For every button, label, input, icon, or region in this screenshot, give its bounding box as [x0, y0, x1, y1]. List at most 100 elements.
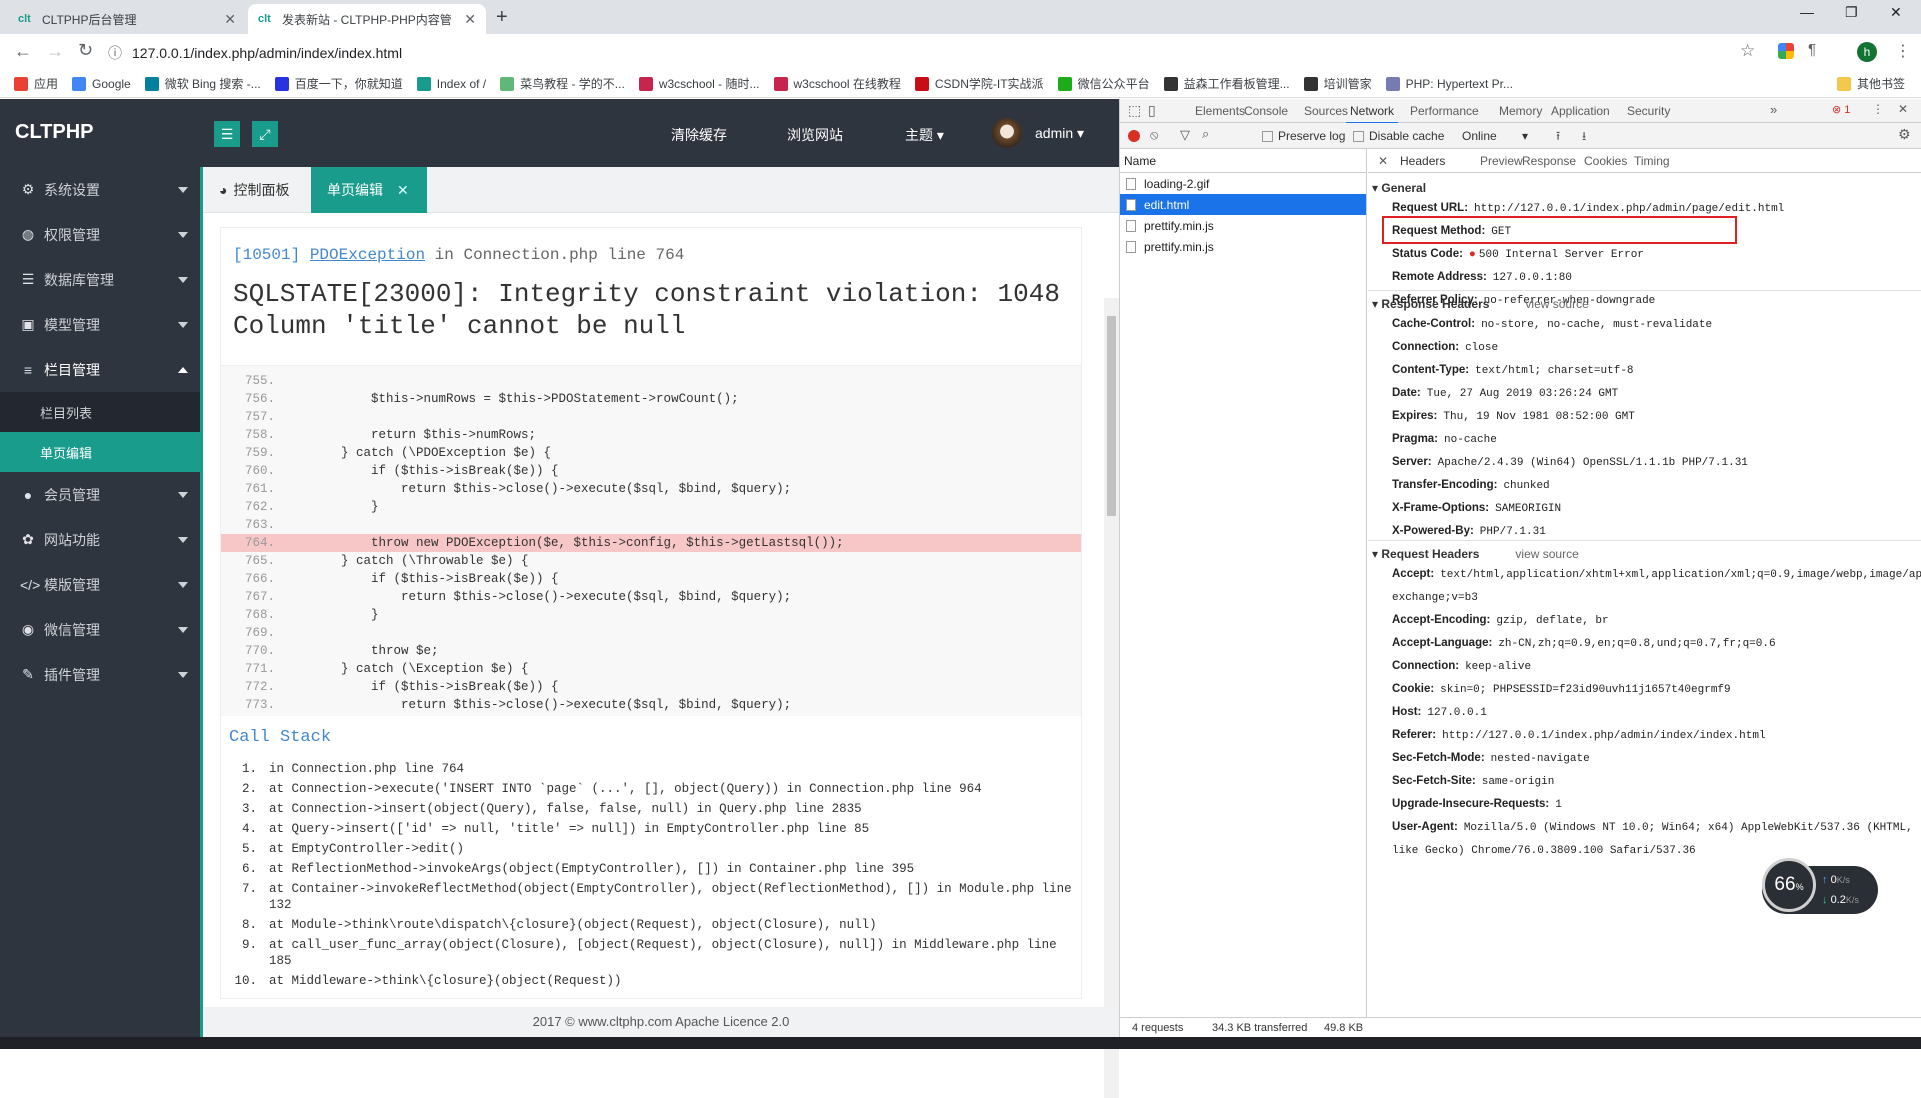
throttle-select[interactable]: Online ▾	[1462, 129, 1528, 143]
record-icon[interactable]	[1128, 130, 1140, 142]
bookmark-item[interactable]: CSDN学院-IT实战派	[914, 75, 1044, 92]
request-row[interactable]: prettify.min.js	[1120, 236, 1366, 257]
sidebar-item-1[interactable]: ⚙ 系统设置	[0, 167, 200, 212]
preserve-log-checkbox[interactable]: Preserve log	[1262, 129, 1345, 143]
scrollbar-thumb[interactable]	[1107, 316, 1116, 516]
code-icon: </>	[20, 576, 41, 593]
user-dropdown[interactable]: admin ▾	[1035, 125, 1084, 142]
close-detail-icon[interactable]: ✕	[1378, 154, 1388, 168]
new-tab-icon[interactable]: +	[496, 6, 508, 29]
sidebar-subitem[interactable]: 单页编辑	[0, 432, 200, 472]
translate-icon[interactable]: ¶	[1808, 41, 1816, 58]
sidebar-item-2[interactable]: ◍ 权限管理	[0, 212, 200, 257]
sidebar-item-7[interactable]: ✿ 网站功能	[0, 517, 200, 562]
browse-site-link[interactable]: 浏览网站	[787, 125, 843, 145]
sidebar-item-4[interactable]: ▣ 模型管理	[0, 302, 200, 347]
sidebar-subitem[interactable]: 栏目列表	[0, 392, 200, 432]
device-toolbar-icon[interactable]: ▯	[1148, 102, 1156, 119]
other-bookmarks[interactable]: 其他书签	[1836, 75, 1905, 92]
forward-icon[interactable]: →	[46, 41, 64, 62]
devtools-close-icon[interactable]: ✕	[1898, 102, 1908, 116]
view-source-link[interactable]: view source	[1515, 547, 1578, 561]
avatar[interactable]	[992, 118, 1022, 148]
bookmark-item[interactable]: 菜鸟教程 - 学的不...	[500, 75, 625, 92]
page-scrollbar[interactable]	[1104, 298, 1119, 1098]
sidebar-item-5[interactable]: ≡ 栏目管理	[0, 347, 200, 392]
response-headers-title[interactable]: ▾ Response Headers view source	[1368, 295, 1921, 313]
theme-dropdown[interactable]: 主题 ▾	[905, 125, 944, 145]
bookmark-item[interactable]: 百度一下，你就知道	[274, 75, 403, 92]
bookmark-item[interactable]: Google	[72, 76, 131, 91]
sidebar-item-6[interactable]: ● 会员管理	[0, 472, 200, 517]
reload-icon[interactable]: ↻	[78, 40, 93, 61]
menu-toggle-button[interactable]: ☰	[214, 121, 240, 147]
url-text[interactable]: 127.0.0.1/index.php/admin/index/index.ht…	[132, 45, 402, 61]
menu-dots-icon[interactable]: ⋮	[1895, 41, 1911, 61]
detail-tab-headers[interactable]: Headers	[1400, 154, 1445, 168]
browser-tab-admin[interactable]: clt CLTPHP后台管理 ✕	[8, 4, 246, 34]
window-close-icon[interactable]: ✕	[1890, 4, 1902, 21]
detail-tab-response[interactable]: Response	[1522, 154, 1576, 168]
detail-tab-cookies[interactable]: Cookies	[1584, 154, 1627, 168]
sidebar-item-label: 栏目管理	[44, 361, 100, 378]
bookmark-item[interactable]: PHP: Hypertext Pr...	[1385, 76, 1513, 91]
extension-icon[interactable]	[1778, 43, 1794, 59]
close-tab-icon[interactable]: ✕	[224, 11, 236, 28]
devtools-tab-console[interactable]: Console	[1244, 104, 1288, 118]
bookmark-item[interactable]: 应用	[14, 75, 58, 92]
devtools-menu-icon[interactable]: ⋮	[1872, 102, 1884, 116]
bookmark-star-icon[interactable]: ☆	[1740, 41, 1755, 61]
bookmark-item[interactable]: w3cschool - 随时...	[638, 75, 760, 92]
request-headers-title[interactable]: ▾ Request Headers view source	[1368, 545, 1921, 563]
bookmark-item[interactable]: 微信公众平台	[1057, 75, 1150, 92]
devtools-tab-performance[interactable]: Performance	[1410, 104, 1479, 118]
profile-avatar[interactable]: h	[1857, 42, 1877, 62]
bookmark-item[interactable]: w3cschool 在线教程	[773, 75, 901, 92]
tab-page-edit[interactable]: 单页编辑 ✕	[311, 167, 427, 213]
minimize-icon[interactable]: —	[1800, 4, 1814, 20]
sidebar-item-10[interactable]: ✎ 插件管理	[0, 652, 200, 697]
view-source-link[interactable]: view source	[1525, 297, 1588, 311]
fullscreen-button[interactable]: ⤢	[252, 121, 278, 147]
inspect-icon[interactable]: ⬚	[1128, 102, 1141, 119]
devtools-tab-memory[interactable]: Memory	[1499, 104, 1542, 118]
exception-class-link[interactable]: PDOException	[310, 246, 425, 264]
filter-icon[interactable]: ▽	[1180, 127, 1190, 143]
sidebar-item-8[interactable]: </> 模版管理	[0, 562, 200, 607]
detail-tab-timing[interactable]: Timing	[1634, 154, 1670, 168]
detail-tab-preview[interactable]: Preview	[1480, 154, 1523, 168]
sidebar-item-9[interactable]: ◉ 微信管理	[0, 607, 200, 652]
devtools-tab-network[interactable]: Network	[1345, 104, 1399, 124]
devtools-tab-sources[interactable]: Sources	[1304, 104, 1348, 118]
browser-tab-edit[interactable]: clt 发表新站 - CLTPHP-PHP内容管 ✕	[248, 4, 486, 34]
info-icon[interactable]: ⓘ	[108, 43, 122, 63]
bookmark-item[interactable]: 微软 Bing 搜索 -...	[144, 75, 261, 92]
import-har-icon[interactable]: ⭱	[1556, 127, 1560, 148]
general-title[interactable]: ▾ General	[1368, 179, 1921, 197]
devtools-tab-elements[interactable]: Elements	[1195, 104, 1245, 118]
export-har-icon[interactable]: ⭳	[1582, 127, 1586, 148]
request-row[interactable]: loading-2.gif	[1120, 173, 1366, 194]
bookmark-item[interactable]: 培训管家	[1303, 75, 1372, 92]
search-icon[interactable]: ⌕	[1202, 126, 1209, 142]
request-row[interactable]: prettify.min.js	[1120, 215, 1366, 236]
request-row[interactable]: edit.html	[1120, 194, 1366, 215]
devtools-tab-security[interactable]: Security	[1627, 104, 1670, 118]
bookmark-item[interactable]: 益森工作看板管理...	[1163, 75, 1290, 92]
error-badge[interactable]: ⊗ 1	[1832, 103, 1850, 116]
address-bar[interactable]: ⓘ 127.0.0.1/index.php/admin/index/index.…	[108, 39, 1728, 67]
sidebar-item-3[interactable]: ☰ 数据库管理	[0, 257, 200, 302]
clear-cache-link[interactable]: 清除缓存	[671, 125, 727, 145]
more-panels-icon[interactable]: »	[1770, 102, 1777, 117]
restore-icon[interactable]: ❐	[1845, 4, 1858, 21]
devtools-tab-application[interactable]: Application	[1551, 104, 1610, 118]
tab-dashboard[interactable]: ◕ 控制面板	[203, 167, 311, 213]
close-tab-icon[interactable]: ✕	[464, 11, 476, 28]
name-column-header[interactable]: Name	[1120, 149, 1366, 173]
clear-icon[interactable]: ⦸	[1150, 127, 1158, 143]
settings-gear-icon[interactable]: ⚙	[1898, 126, 1911, 143]
back-icon[interactable]: ←	[14, 41, 32, 62]
bookmark-item[interactable]: Index of /	[416, 76, 486, 91]
close-tab-icon[interactable]: ✕	[397, 182, 409, 199]
disable-cache-checkbox[interactable]: Disable cache	[1353, 129, 1444, 143]
